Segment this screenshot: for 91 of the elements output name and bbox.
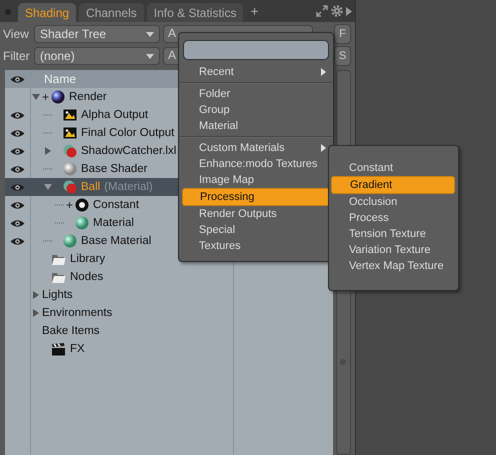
panel-menu-arrow-icon[interactable] [346,6,352,16]
column-header[interactable]: Name [31,70,76,88]
menu-item[interactable]: Vertex Map Texture [331,258,455,274]
maximize-icon[interactable] [316,5,328,17]
menu-item[interactable]: Variation Texture [331,242,455,258]
collapsed-arrow-icon[interactable] [44,147,52,155]
side-button[interactable]: F [334,24,351,44]
eye-icon[interactable] [10,182,25,192]
field-label: View [3,27,30,41]
tree-item-label: Environments [42,307,112,319]
menu-item[interactable]: Special [182,222,330,238]
tree-item-label: Library [70,253,106,265]
add-mark[interactable]: + [42,90,50,104]
eye-icon[interactable] [10,200,25,210]
eye-icon[interactable] [10,218,25,228]
tree-row[interactable]: Nodes [5,268,333,286]
expanded-arrow-icon[interactable] [44,183,52,191]
menu-item[interactable]: Recent [182,64,330,80]
add-mark[interactable]: + [66,198,74,212]
tree-item-label: Final Color Output [81,127,174,139]
image-icon [63,109,77,121]
material-group-icon [63,144,77,158]
tree-connector [43,240,53,242]
image-icon [63,127,77,139]
folder-icon [51,252,66,266]
submenu-arrow-icon [321,68,326,76]
tree-connector [43,168,53,170]
tree-item-label: ShadowCatcher.lxl [81,145,176,157]
menu-item[interactable]: Occlusion [331,194,455,210]
tab[interactable]: Channels [79,3,144,22]
material-group-icon [63,180,77,194]
menu-item[interactable]: Tension Texture [331,226,455,242]
menu-item[interactable]: Process [331,210,455,226]
tab[interactable]: Shading [18,3,76,22]
tree-item-label: Lights [42,289,73,301]
tree-item-label: Base Shader [81,163,148,175]
item-type-label: (Material) [104,181,153,193]
tree-row[interactable]: Environments [5,304,333,322]
submenu-arrow-icon [321,144,326,152]
side-button[interactable]: S [334,46,351,66]
menu-item[interactable]: Constant [331,160,455,176]
panel-dot [5,9,11,15]
collapsed-arrow-icon[interactable] [32,309,40,317]
folder-icon [51,270,66,284]
search-field[interactable] [183,40,329,60]
add-tab-button[interactable]: + [246,2,263,20]
tree-row[interactable]: Bake Items [5,322,333,340]
eye-icon[interactable] [10,74,25,84]
tree-item-label: Nodes [70,271,104,283]
menu-item[interactable]: Enhance:modo Textures [182,156,330,172]
menu-item[interactable]: Render Outputs [182,206,330,222]
tree-row[interactable]: FX [5,340,333,358]
dropdown[interactable]: (none) [34,47,160,65]
tree-connector [55,204,65,206]
tree-item-label: Constant [93,199,140,211]
sphere-icon [51,90,65,104]
tree-connector [43,132,53,134]
eye-icon[interactable] [10,110,25,120]
tab[interactable]: Info & Statistics [146,3,244,22]
tree-item-label: Bake Items [42,325,100,337]
menu-item[interactable]: Folder [182,86,330,102]
collapsed-arrow-icon[interactable] [32,291,40,299]
tree-item-label: Material [93,217,134,229]
settings-icon[interactable] [331,5,343,17]
eye-icon[interactable] [10,164,25,174]
sphere-icon [63,234,77,248]
eye-icon[interactable] [10,128,25,138]
dropdown[interactable]: Shader Tree [34,25,160,43]
tree-connector [55,222,65,224]
sphere-icon [75,216,89,230]
eye-icon[interactable] [10,146,25,156]
clapper-icon [51,342,66,356]
menu-item[interactable]: Gradient [331,176,455,194]
tree-row[interactable]: Lights [5,286,333,304]
eye-icon[interactable] [10,236,25,246]
sphere-icon [63,162,77,176]
tree-item-label: Base Material [81,235,152,247]
field-label: Filter [3,49,31,63]
dropdown-arrow-icon [146,32,154,36]
tree-connector [43,114,53,116]
menu-item[interactable]: Material [182,118,330,134]
menu-item[interactable]: Custom Materials [182,140,330,156]
menu-item[interactable]: Group [182,102,330,118]
expanded-arrow-icon[interactable] [32,93,40,101]
tree-item-label: Ball [81,181,100,193]
menu-item[interactable]: Processing [182,188,330,206]
tree-item-label: Render [69,91,107,103]
tree-item-label: FX [70,343,85,355]
tree-item-label: Alpha Output [81,109,148,121]
dropdown-arrow-icon [146,54,154,58]
ball-icon [75,198,89,212]
